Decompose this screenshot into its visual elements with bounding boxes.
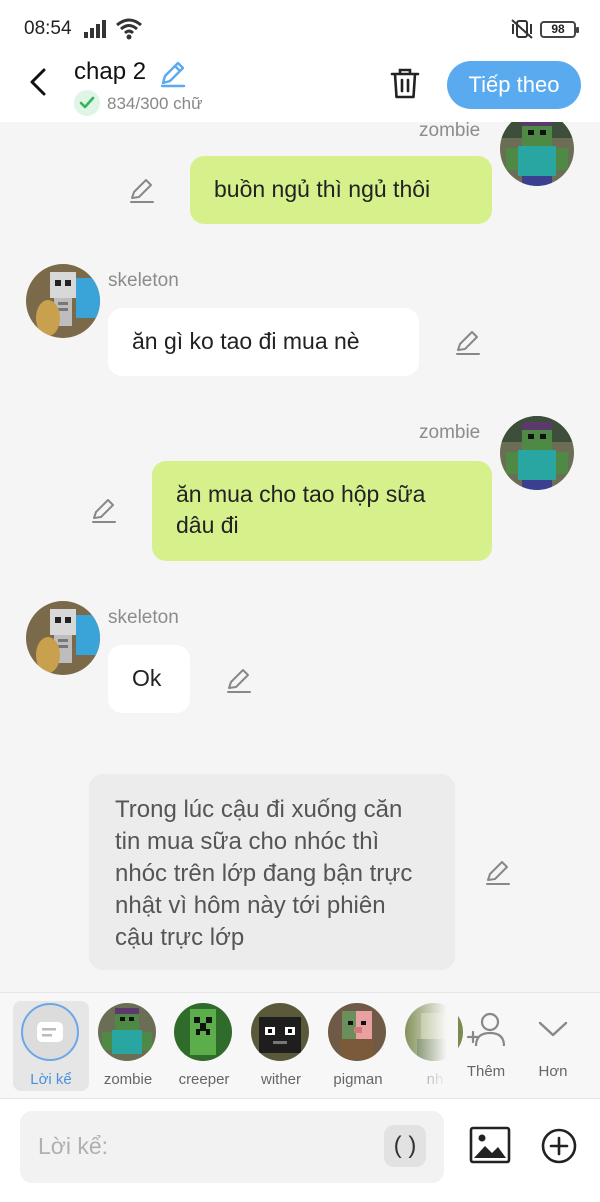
chevron-left-icon [30,68,46,96]
battery-indicator: 98 [540,21,579,38]
word-count: 834/300 chữ [107,94,203,113]
edit-message-icon[interactable] [90,496,118,524]
pigman-avatar [328,1003,386,1061]
narration-icon [21,1003,79,1061]
skeleton-avatar[interactable] [26,601,100,675]
more-characters-button[interactable]: Hơn [515,1001,591,1091]
next-button[interactable]: Tiếp theo [447,61,581,109]
zombie-avatar[interactable] [500,122,574,186]
message-text: ăn mua cho tao hộp sữa dâu đi [176,481,426,538]
message-text: buồn ngủ thì ngủ thôi [214,176,431,202]
edit-message-icon[interactable] [454,328,482,356]
character-narration[interactable]: Lời kể [13,1001,89,1091]
narration-text: Trong lúc cậu đi xuống căn tin mua sữa c… [115,796,413,951]
add-character-label: Thêm [466,1063,506,1080]
back-button[interactable] [20,62,56,102]
message-bubble[interactable]: Ok [108,645,190,713]
message-text: Ok [132,665,162,691]
message-bubble[interactable]: buồn ngủ thì ngủ thôi [190,156,492,224]
sender-name: skeleton [108,270,179,291]
character-pigman[interactable]: pigman [320,1001,396,1091]
chevron-down-icon [538,1021,568,1037]
wither-avatar [251,1003,309,1061]
sender-name: zombie [419,122,481,141]
parentheses-button[interactable]: ( ) [384,1125,426,1167]
zombie-avatar[interactable] [500,416,574,490]
character-label: creeper [178,1071,230,1088]
trash-icon [390,68,420,99]
message-text: ăn gì ko tao đi mua nè [132,328,360,354]
message-input[interactable]: Lời kể: ( ) [20,1111,444,1183]
skeleton-avatar[interactable] [26,264,100,338]
character-label: wither [260,1071,301,1088]
character-label: pigman [333,1071,383,1088]
message-bubble[interactable]: ăn gì ko tao đi mua nè [108,308,419,376]
narration-bubble[interactable]: Trong lúc cậu đi xuống căn tin mua sữa c… [89,774,455,970]
add-icon[interactable] [540,1127,578,1165]
character-zombie[interactable]: zombie [90,1001,166,1091]
edit-message-icon[interactable] [484,858,512,886]
character-label: zombie [103,1071,153,1088]
input-placeholder: Lời kể: [38,1133,109,1159]
add-character-button[interactable]: Thêm [448,1001,524,1091]
chat-area[interactable]: zombie buồn ngủ thì ngủ thôi skeleton ăn… [0,122,600,992]
edit-title-icon[interactable] [158,58,188,93]
signal-icon [84,20,110,43]
edit-message-icon[interactable] [128,176,156,204]
edit-message-icon[interactable] [225,666,253,694]
chapter-header: chap 2 834/300 chữ Tiếp theo [0,56,600,122]
more-characters-label: Hơn [538,1063,568,1080]
image-icon[interactable] [468,1125,512,1165]
add-person-icon [466,1012,506,1047]
zombie-avatar [98,1003,156,1061]
message-bubble[interactable]: ăn mua cho tao hộp sữa dâu đi [152,461,492,561]
chapter-title: chap 2 [74,58,147,85]
wifi-icon [116,18,142,45]
delete-button[interactable] [386,62,424,104]
status-bar: 08:54 98 [0,0,600,56]
vibrate-mute-icon [510,19,534,44]
status-time: 08:54 [24,18,72,39]
sender-name: skeleton [108,607,179,628]
character-wither[interactable]: wither [243,1001,319,1091]
check-icon [74,90,100,116]
sender-name: zombie [419,422,481,443]
character-label: Lời kể [30,1071,72,1088]
composer-bar: Lời kể: ( ) [0,1098,600,1202]
creeper-avatar [174,1003,232,1061]
character-bar: Lời kể zombie creeper wither pigman Thêm… [0,992,600,1099]
character-creeper[interactable]: creeper [166,1001,242,1091]
